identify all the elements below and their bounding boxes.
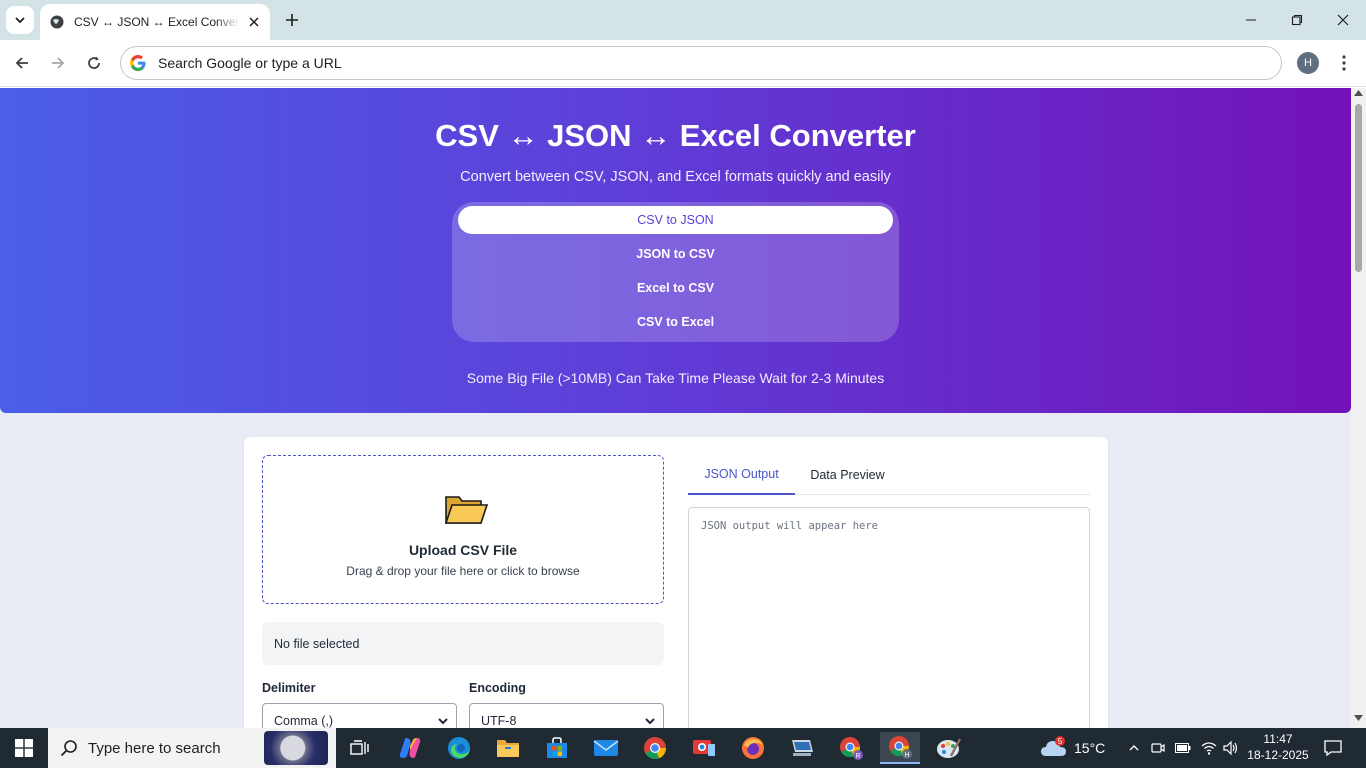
chevron-down-icon bbox=[438, 718, 448, 725]
file-explorer-icon[interactable] bbox=[488, 732, 528, 764]
delimiter-select[interactable]: Comma (,) bbox=[262, 703, 457, 728]
tab-json-output[interactable]: JSON Output bbox=[688, 455, 795, 495]
tab-search-button[interactable] bbox=[6, 6, 34, 34]
arrow-right-icon bbox=[52, 57, 65, 69]
mode-csv-to-excel[interactable]: CSV to Excel bbox=[458, 308, 893, 336]
upload-subtitle: Drag & drop your file here or click to b… bbox=[346, 564, 580, 578]
back-button[interactable] bbox=[7, 48, 37, 78]
scrollbar-thumb[interactable] bbox=[1355, 104, 1362, 272]
chrome-profile-h-icon[interactable]: H bbox=[880, 732, 920, 764]
arrow-left-icon bbox=[15, 57, 28, 69]
delimiter-value: Comma (,) bbox=[274, 714, 334, 728]
search-icon bbox=[60, 740, 77, 757]
svg-text:H: H bbox=[904, 752, 909, 759]
json-output-textarea[interactable] bbox=[688, 507, 1090, 728]
windows-taskbar: Type here to search R H 15°C 5 11:47 18-… bbox=[0, 728, 1366, 768]
browser-toolbar: H bbox=[0, 40, 1366, 87]
chevron-up-icon bbox=[1129, 745, 1139, 751]
page-title: CSV ↔ JSON ↔ Excel Converter bbox=[435, 118, 916, 153]
profile-avatar[interactable]: H bbox=[1297, 52, 1319, 74]
svg-text:R: R bbox=[855, 753, 860, 760]
page-subtitle: Convert between CSV, JSON, and Excel for… bbox=[460, 169, 891, 185]
mail-icon[interactable] bbox=[586, 732, 626, 764]
chevron-down-icon bbox=[15, 17, 25, 24]
notifications-button[interactable] bbox=[1322, 728, 1344, 768]
minimize-icon bbox=[1246, 19, 1256, 21]
encoding-select[interactable]: UTF-8 bbox=[469, 703, 664, 728]
scroll-up-icon[interactable] bbox=[1354, 90, 1363, 96]
encoding-value: UTF-8 bbox=[481, 714, 517, 728]
browser-tab-active[interactable]: CSV ↔ JSON ↔ Excel Converter bbox=[40, 4, 270, 40]
file-dropzone[interactable]: Upload CSV File Drag & drop your file he… bbox=[262, 455, 664, 604]
delimiter-label: Delimiter bbox=[262, 681, 316, 695]
upload-title: Upload CSV File bbox=[408, 542, 518, 558]
close-window-button[interactable] bbox=[1320, 0, 1366, 40]
minimize-button[interactable] bbox=[1228, 0, 1274, 40]
output-tabs: JSON Output Data Preview bbox=[688, 455, 1090, 495]
volume-icon[interactable] bbox=[1222, 728, 1240, 768]
clock-date: 18-12-2025 bbox=[1247, 748, 1309, 762]
big-file-note: Some Big File (>10MB) Can Take Time Plea… bbox=[466, 370, 885, 386]
reload-button[interactable] bbox=[79, 48, 109, 78]
page-viewport: CSV ↔ JSON ↔ Excel Converter Convert bet… bbox=[0, 88, 1351, 728]
battery-icon[interactable] bbox=[1174, 728, 1192, 768]
plus-icon bbox=[286, 14, 298, 26]
tab-data-preview[interactable]: Data Preview bbox=[795, 455, 900, 495]
close-tab-icon[interactable] bbox=[246, 14, 262, 30]
forward-button[interactable] bbox=[43, 48, 73, 78]
remote-desktop-icon[interactable] bbox=[782, 732, 822, 764]
close-icon bbox=[1337, 14, 1349, 26]
wifi-icon[interactable] bbox=[1200, 728, 1218, 768]
address-bar[interactable] bbox=[120, 46, 1282, 80]
file-status-text: No file selected bbox=[274, 636, 360, 651]
notification-icon bbox=[1324, 740, 1342, 756]
windows-logo-icon bbox=[15, 739, 33, 757]
converter-card: Upload CSV File Drag & drop your file he… bbox=[244, 437, 1108, 728]
encoding-label: Encoding bbox=[469, 681, 526, 695]
address-input[interactable] bbox=[158, 55, 1208, 71]
chrome-profile-r-icon[interactable]: R bbox=[831, 732, 871, 764]
firefox-icon[interactable] bbox=[733, 732, 773, 764]
restore-icon bbox=[1291, 14, 1303, 26]
chevron-down-icon bbox=[645, 718, 655, 725]
scroll-down-icon[interactable] bbox=[1354, 715, 1363, 721]
microsoft-store-icon[interactable] bbox=[537, 732, 577, 764]
mode-json-to-csv[interactable]: JSON to CSV bbox=[458, 240, 893, 268]
new-tab-button[interactable] bbox=[280, 8, 304, 32]
task-view-icon[interactable] bbox=[340, 732, 380, 764]
globe-favicon-icon bbox=[50, 15, 64, 29]
clock-time: 11:47 bbox=[1263, 732, 1293, 746]
taskbar-search[interactable]: Type here to search bbox=[48, 728, 336, 768]
meet-now-icon[interactable] bbox=[1150, 728, 1166, 768]
mode-excel-to-csv[interactable]: Excel to CSV bbox=[458, 274, 893, 302]
system-clock[interactable]: 11:47 18-12-2025 bbox=[1246, 731, 1310, 763]
tab-title: CSV ↔ JSON ↔ Excel Converter bbox=[74, 15, 240, 29]
search-highlight-image[interactable] bbox=[264, 731, 328, 765]
more-vertical-icon bbox=[1342, 55, 1346, 71]
browser-menu-button[interactable] bbox=[1332, 50, 1356, 76]
browser-tab-strip: CSV ↔ JSON ↔ Excel Converter bbox=[0, 0, 1366, 40]
taskbar-search-placeholder: Type here to search bbox=[88, 739, 221, 757]
tray-overflow-button[interactable] bbox=[1127, 728, 1141, 768]
weather-temp: 15°C bbox=[1074, 740, 1106, 756]
reload-icon bbox=[88, 56, 100, 69]
start-button[interactable] bbox=[0, 728, 48, 768]
file-status: No file selected bbox=[262, 622, 664, 665]
copilot-icon[interactable] bbox=[390, 732, 430, 764]
page-scrollbar[interactable] bbox=[1351, 88, 1366, 728]
hero-header: CSV ↔ JSON ↔ Excel Converter Convert bet… bbox=[0, 88, 1351, 413]
restore-button[interactable] bbox=[1274, 0, 1320, 40]
photos-app-icon[interactable] bbox=[684, 732, 724, 764]
google-g-icon bbox=[130, 55, 146, 71]
edge-browser-icon[interactable] bbox=[439, 732, 479, 764]
chrome-icon[interactable] bbox=[635, 732, 675, 764]
paint-app-icon[interactable] bbox=[929, 732, 969, 764]
open-folder-icon bbox=[444, 496, 489, 524]
weather-widget[interactable]: 15°C bbox=[1040, 728, 1105, 768]
mode-csv-to-json[interactable]: CSV to JSON bbox=[458, 206, 893, 234]
conversion-mode-selector: CSV to JSON JSON to CSV Excel to CSV CSV… bbox=[452, 202, 899, 342]
weather-badge: 5 bbox=[1055, 736, 1065, 746]
